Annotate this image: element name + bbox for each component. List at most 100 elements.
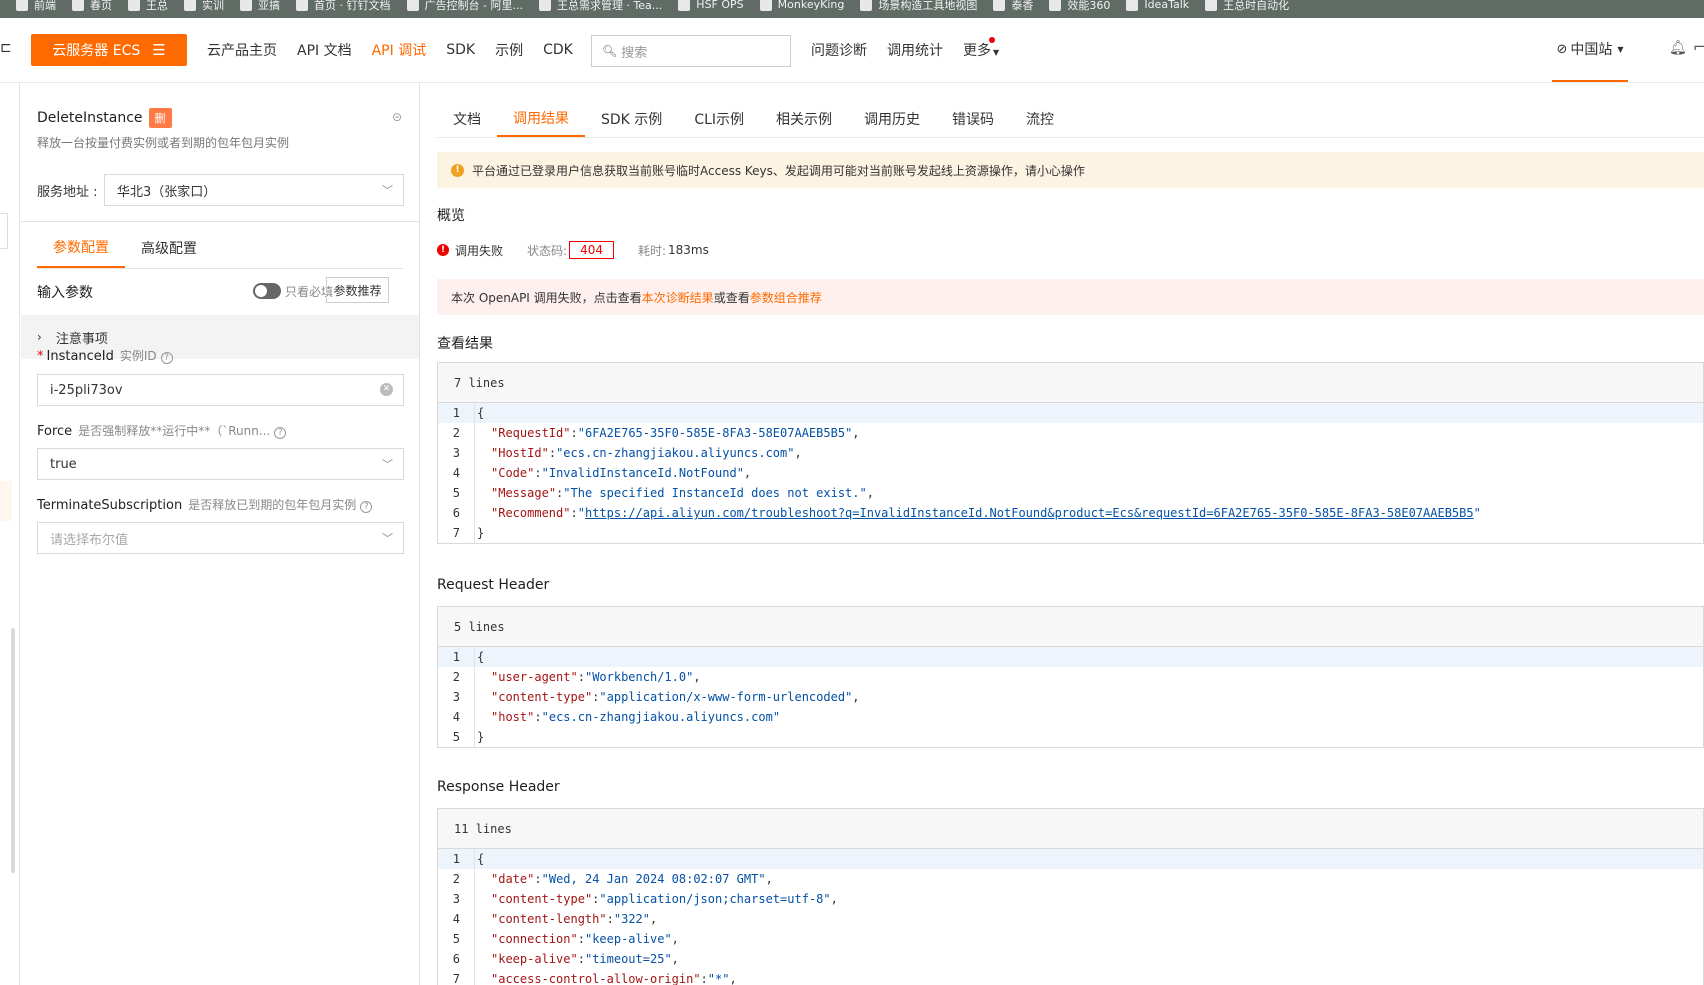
- service-address-select[interactable]: 华北3（张家口） ﹀: [104, 174, 404, 206]
- param-recommend-link[interactable]: 参数组合推荐: [750, 289, 822, 306]
- globe-icon: ⊘: [1556, 41, 1568, 57]
- json-value: 6FA2E765-35F0-585E-8FA3-58E07AAEB5B5: [584, 426, 846, 440]
- tab-docs[interactable]: 文档: [437, 101, 497, 137]
- bookmark-item[interactable]: 广告控制台 - 阿里...: [406, 0, 523, 14]
- toggle-knob: [255, 285, 267, 297]
- request-header-code-block: 5 lines 1{2 " user-agent ": " Workbench/1.0 "…: [437, 606, 1704, 748]
- bookmark-item[interactable]: 泰香: [993, 0, 1033, 14]
- nav-link-api-doc[interactable]: API 文档: [297, 40, 352, 60]
- line-number: 4: [452, 912, 460, 926]
- nav-link-diagnosis[interactable]: 问题诊断: [811, 40, 867, 60]
- bookmark-item[interactable]: 首页 · 钉钉文档: [296, 0, 391, 14]
- json-value: keep-alive: [592, 932, 665, 946]
- tab-advanced-config[interactable]: 高级配置: [125, 228, 213, 268]
- line-number: 3: [452, 690, 460, 704]
- param-name: InstanceId: [46, 349, 114, 364]
- only-required-toggle[interactable]: [253, 283, 281, 299]
- bookmark-label: HSF OPS: [696, 0, 744, 11]
- code-line: 3 " content-type ": " application/x-www-form…: [438, 687, 1703, 707]
- code-line-count: 11 lines: [438, 809, 1703, 849]
- code-body: 1{2 " user-agent ": " Workbench/1.0 ", 3 " conte…: [438, 647, 1703, 747]
- bookmark-item[interactable]: MonkeyKing: [759, 0, 844, 14]
- json-key: keep-alive: [498, 952, 571, 966]
- diagnosis-link[interactable]: 本次诊断结果: [642, 289, 714, 306]
- status-row: ! 调用失败 状态码: 404 耗时: 183ms: [437, 241, 709, 259]
- result-heading: 查看结果: [437, 336, 493, 352]
- json-key: connection: [498, 932, 571, 946]
- status-text: 调用失败: [455, 243, 504, 258]
- region-label: 中国站: [1570, 42, 1613, 58]
- notice-label: 注意事项: [55, 331, 108, 347]
- bookmark-item[interactable]: 王总时自动化: [1205, 0, 1289, 14]
- nav-link-stats[interactable]: 调用统计: [887, 40, 943, 60]
- param-label-instanceid: * InstanceId 实例ID?: [37, 347, 173, 364]
- tab-error-codes[interactable]: 错误码: [936, 101, 1010, 137]
- expand-icon[interactable]: ⊏: [0, 40, 12, 56]
- param-name: TerminateSubscription: [37, 498, 183, 513]
- terminate-subscription-select[interactable]: 请选择布尔值 ﹀: [37, 522, 404, 554]
- bookmark-item[interactable]: HSF OPS: [678, 0, 744, 14]
- bell-icon[interactable]: 🔔︎: [1669, 40, 1687, 56]
- instanceid-input[interactable]: i-25pli73ov ✕: [37, 374, 404, 406]
- code-text: " Message ": " The specified InstanceId doe…: [474, 483, 874, 503]
- gutter-tab[interactable]: [0, 213, 8, 249]
- tab-cli-example[interactable]: CLI示例: [678, 101, 760, 137]
- param-recommend-button[interactable]: 参数推荐: [326, 277, 389, 303]
- json-key: Code: [498, 466, 528, 480]
- nav-link-examples[interactable]: 示例: [495, 40, 523, 60]
- tab-call-result[interactable]: 调用结果: [497, 101, 585, 137]
- more-actions-icon[interactable]: ⌐: [1693, 38, 1704, 56]
- overview-heading: 概览: [437, 208, 465, 224]
- tab-call-history[interactable]: 调用历史: [848, 101, 936, 137]
- help-icon[interactable]: ?: [160, 352, 173, 364]
- nav-link-cdk[interactable]: CDK: [543, 42, 573, 58]
- json-key: host: [498, 710, 528, 724]
- scrollbar[interactable]: [11, 628, 15, 873]
- bookmark-label: 王总: [146, 0, 168, 12]
- nav-link-sdk[interactable]: SDK: [446, 42, 475, 58]
- bookmark-icon: [538, 0, 551, 11]
- chevron-down-icon: ﹀: [382, 458, 393, 471]
- nav-link-product-home[interactable]: 云产品主页: [207, 40, 277, 60]
- json-value: timeout=25: [592, 952, 665, 966]
- collapse-icon[interactable]: ⊝: [392, 110, 402, 124]
- code-text: " user-agent ": " Workbench/1.0 ",: [474, 667, 701, 687]
- region-selector[interactable]: ⊘ 中国站 ▼: [1552, 18, 1628, 82]
- json-key: content-length: [498, 912, 600, 926]
- clear-icon[interactable]: ✕: [380, 383, 393, 396]
- bookmark-item[interactable]: 王总: [128, 0, 168, 14]
- json-link[interactable]: https://api.aliyun.com/troubleshoot?q=In…: [585, 506, 1474, 520]
- json-value: *: [715, 972, 723, 985]
- tab-sdk-example[interactable]: SDK 示例: [585, 101, 678, 137]
- bookmark-item[interactable]: 效能360: [1049, 0, 1110, 14]
- force-select[interactable]: true ﹀: [37, 448, 404, 480]
- tab-related-example[interactable]: 相关示例: [760, 101, 848, 137]
- product-switch-button[interactable]: 云服务器 ECS ☰: [31, 34, 187, 66]
- json-key: user-agent: [498, 670, 571, 684]
- bookmark-icon: [184, 0, 196, 11]
- tab-flow-control[interactable]: 流控: [1010, 101, 1070, 137]
- code-line: 1{: [438, 403, 1703, 423]
- line-number: 4: [452, 710, 460, 724]
- nav-more-label: 更多: [963, 43, 991, 59]
- bookmark-item[interactable]: 亚搞: [240, 0, 280, 14]
- code-text: " Recommend ": " https://api.aliyun.com/tro…: [474, 503, 1481, 523]
- bookmark-item[interactable]: 实训: [184, 0, 224, 14]
- line-number: 2: [452, 426, 460, 440]
- divider: [437, 137, 1704, 138]
- code-line: 6 " Recommend ": " https://api.aliyun.com/tr…: [438, 503, 1703, 523]
- tab-param-config[interactable]: 参数配置: [37, 228, 125, 268]
- bookmark-item[interactable]: 前端: [16, 0, 56, 14]
- nav-links: 云产品主页 API 文档 API 调试 SDK 示例 CDK: [207, 18, 593, 82]
- nav-more-menu[interactable]: 更多 ▼: [963, 37, 999, 60]
- bookmark-icon: [72, 0, 84, 11]
- help-icon[interactable]: ?: [274, 427, 287, 439]
- search-input[interactable]: 🔍︎ 搜索: [591, 35, 791, 67]
- result-code-block: 7 lines 1{2 " RequestId ": " 6FA2E765-35F0-5…: [437, 362, 1704, 544]
- nav-link-api-debug[interactable]: API 调试: [372, 40, 427, 60]
- bookmark-item[interactable]: 王总需求管理 · Tea...: [538, 0, 662, 14]
- bookmark-item[interactable]: 春页: [72, 0, 112, 14]
- bookmark-item[interactable]: IdeaTalk: [1126, 0, 1189, 14]
- bookmark-item[interactable]: 场景构造工具地视图: [860, 0, 977, 14]
- help-icon[interactable]: ?: [360, 501, 373, 513]
